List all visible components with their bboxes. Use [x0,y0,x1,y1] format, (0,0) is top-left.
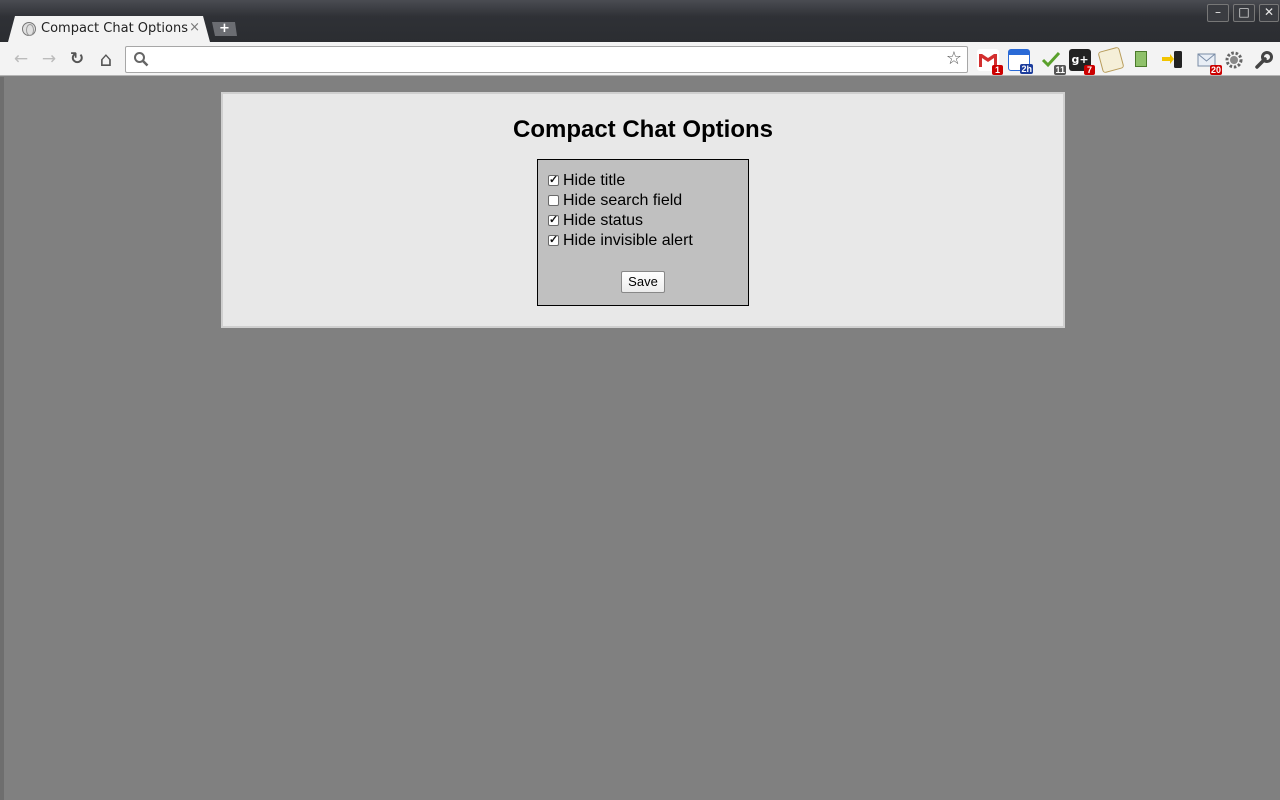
forward-button[interactable]: → [38,48,60,70]
checkbox-hide-invisible-alert[interactable]: ✓ [548,234,559,246]
tab-close-icon[interactable]: × [189,20,200,35]
browser-toolbar: ← → ↻ ⌂ ☆ 1 2h 11 g+ 7 20 [0,42,1280,76]
new-tab-button[interactable]: + [212,22,237,36]
tasks-badge: 11 [1054,65,1066,75]
checkbox-hide-title[interactable]: ✓ [548,174,559,186]
reload-button[interactable]: ↻ [66,48,88,70]
home-button[interactable]: ⌂ [95,48,117,70]
google-plus-badge: 7 [1084,65,1095,75]
minimize-icon[interactable]: – [1207,4,1229,22]
calendar-badge: 2h [1020,64,1033,74]
wrench-icon[interactable] [1253,49,1275,71]
gmail-icon[interactable]: 1 [977,49,1003,75]
checkbox-hide-status[interactable]: ✓ [548,214,559,226]
gmail-badge: 1 [992,65,1003,75]
option-hide-search-field[interactable]: Hide search field [548,191,682,211]
globe-icon [22,22,36,36]
option-hide-status[interactable]: ✓ Hide status [548,211,643,231]
options-box: ✓ Hide title Hide search field ✓ Hide st… [537,159,749,306]
checkbox-hide-search-field[interactable] [548,194,559,206]
calendar-icon[interactable]: 2h [1008,49,1033,74]
option-hide-title[interactable]: ✓ Hide title [548,171,625,191]
search-icon [134,52,149,67]
mail-notifier-badge: 20 [1209,65,1222,75]
option-label: Hide search field [563,192,683,209]
google-plus-icon[interactable]: g+ 7 [1069,49,1095,75]
option-label: Hide title [563,172,626,189]
gear-icon[interactable] [1223,49,1245,71]
tasks-check-icon[interactable]: 11 [1040,49,1066,75]
tab-title: Compact Chat Options [41,21,188,36]
option-hide-invisible-alert[interactable]: ✓ Hide invisible alert [548,231,693,251]
notepad-icon[interactable] [1097,46,1125,74]
green-extension-icon[interactable] [1130,49,1152,71]
save-button[interactable]: Save [621,271,665,293]
phone-sender-icon[interactable] [1161,49,1183,71]
close-icon[interactable]: ✕ [1259,4,1279,22]
tab-compact-chat-options[interactable]: Compact Chat Options × [8,16,210,42]
bookmark-star-icon[interactable]: ☆ [946,48,962,69]
browser-titlebar: Compact Chat Options × + – □ ✕ [0,0,1280,42]
maximize-icon[interactable]: □ [1233,4,1255,22]
back-button[interactable]: ← [10,48,32,70]
page-title: Compact Chat Options [512,116,773,143]
option-label: Hide invisible alert [563,232,693,249]
mail-notifier-icon[interactable]: 20 [1196,49,1222,75]
option-label: Hide status [563,212,644,229]
address-bar[interactable]: ☆ [125,46,968,73]
